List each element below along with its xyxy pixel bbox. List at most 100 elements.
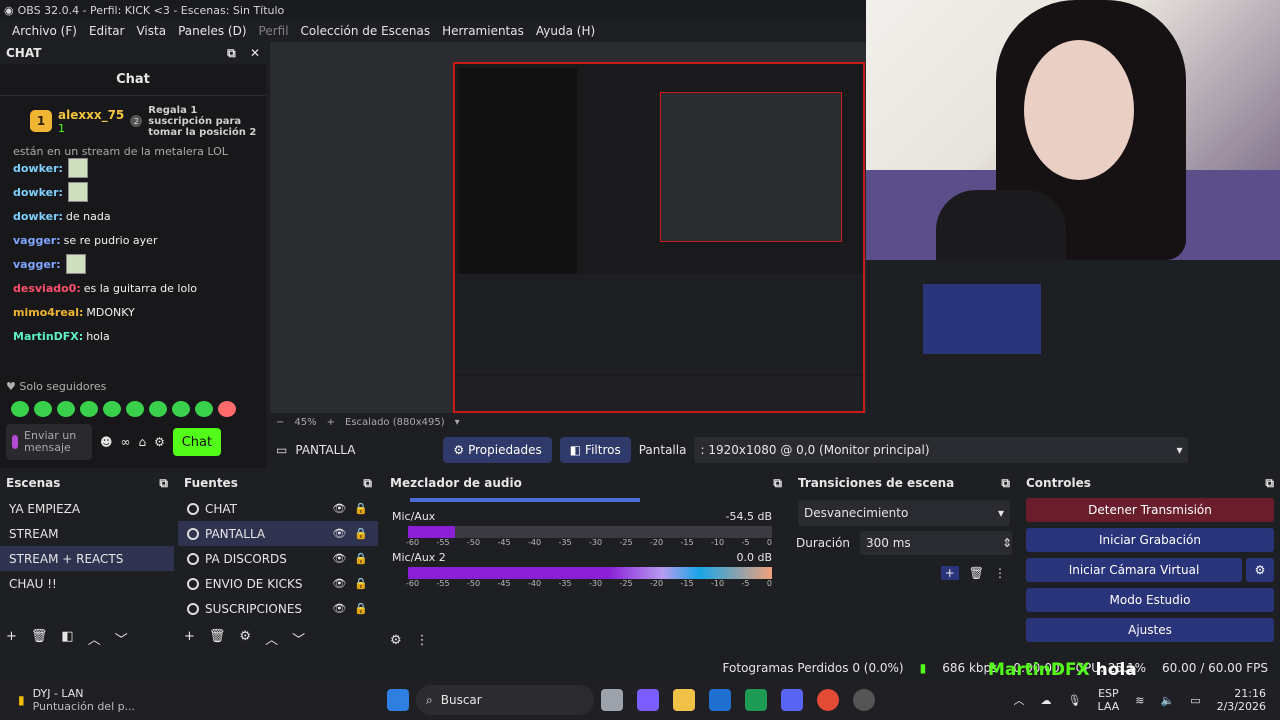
menu-herramientas[interactable]: Herramientas	[436, 24, 530, 38]
chat-username[interactable]: desviado0:	[13, 282, 81, 295]
filters-button[interactable]: ◧ Filtros	[559, 437, 631, 463]
mic-icon[interactable]: 🎙	[1068, 694, 1082, 707]
filter-icon[interactable]: ◧	[61, 629, 73, 648]
clock[interactable]: 21:16 2/3/2026	[1217, 687, 1266, 713]
file-explorer-icon[interactable]	[673, 689, 695, 711]
start-virtual-camera-button[interactable]: Iniciar Cámara Virtual	[1026, 558, 1242, 582]
menu-coleccion-escenas[interactable]: Colección de Escenas	[295, 24, 437, 38]
lock-icon[interactable]: 🔒	[354, 602, 368, 615]
menu-vista[interactable]: Vista	[130, 24, 172, 38]
copilot-icon[interactable]	[637, 689, 659, 711]
up-icon[interactable]: ︿	[88, 629, 101, 648]
visibility-icon[interactable]: 👁	[332, 552, 346, 565]
close-icon[interactable]: ✕	[250, 46, 260, 60]
lock-icon[interactable]: 🔒	[354, 527, 368, 540]
chevron-down-icon[interactable]: ▾	[455, 417, 460, 428]
studio-mode-button[interactable]: Modo Estudio	[1026, 588, 1274, 612]
menu-ayuda[interactable]: Ayuda (H)	[530, 24, 601, 38]
emoji-icon[interactable]: ☻	[100, 435, 113, 449]
lock-icon[interactable]: 🔒	[354, 577, 368, 590]
wifi-icon[interactable]: ≋	[1135, 694, 1144, 707]
chrome-icon[interactable]	[817, 689, 839, 711]
trash-icon[interactable]: 🗑	[209, 629, 226, 648]
menu-paneles[interactable]: Paneles (D)	[172, 24, 252, 38]
emote-icon[interactable]	[34, 401, 52, 417]
trash-icon[interactable]: 🗑	[969, 566, 984, 580]
chat-username[interactable]: mimo4real:	[13, 306, 83, 319]
zoom-out-button[interactable]: −	[276, 417, 284, 428]
start-recording-button[interactable]: Iniciar Grabación	[1026, 528, 1274, 552]
store-icon[interactable]: ⌂	[139, 435, 147, 449]
menu-archivo[interactable]: Archivo (F)	[6, 24, 83, 38]
gear-icon[interactable]: ⚙	[239, 629, 251, 648]
volume-slider[interactable]	[410, 498, 640, 502]
preview-area[interactable]	[270, 42, 1041, 413]
preview-canvas[interactable]	[453, 62, 1041, 413]
visibility-icon[interactable]: 👁	[332, 602, 346, 615]
emote-icon[interactable]	[195, 401, 213, 417]
float-icon[interactable]: ⧉	[363, 476, 372, 491]
send-chat-button[interactable]: Chat	[172, 428, 221, 456]
chat-username[interactable]: dowker:	[13, 186, 63, 199]
emote-icon[interactable]	[149, 401, 167, 417]
float-icon[interactable]: ⧉	[227, 46, 236, 60]
add-transition-button[interactable]: +	[940, 566, 959, 580]
source-item[interactable]: SUSCRIPCIONES 👁 🔒	[178, 596, 378, 621]
duration-input[interactable]: 300 ms ⇕	[860, 531, 1012, 555]
emote-icon[interactable]	[103, 401, 121, 417]
float-icon[interactable]: ⧉	[773, 476, 782, 491]
scene-item[interactable]: STREAM	[0, 521, 174, 546]
more-icon[interactable]: ⋮	[416, 633, 429, 648]
emote-icon[interactable]	[126, 401, 144, 417]
add-icon[interactable]: +	[184, 629, 195, 648]
more-icon[interactable]: ⋮	[994, 566, 1006, 580]
volume-icon[interactable]: 🔈	[1160, 694, 1174, 707]
emote-icon[interactable]	[218, 401, 236, 417]
properties-button[interactable]: ⚙ Propiedades	[443, 437, 552, 463]
display-select[interactable]: : 1920x1080 @ 0,0 (Monitor principal) ▾	[694, 437, 1189, 463]
float-icon[interactable]: ⧉	[1265, 476, 1274, 491]
emote-icon[interactable]	[57, 401, 75, 417]
stepper-icon[interactable]: ⇕	[1002, 536, 1012, 550]
visibility-icon[interactable]: 👁	[332, 527, 346, 540]
chevron-up-icon[interactable]: ︿	[1014, 692, 1025, 708]
discord-icon[interactable]	[781, 689, 803, 711]
chat-username[interactable]: vagger:	[13, 258, 61, 271]
down-icon[interactable]: ﹀	[292, 629, 305, 648]
infinity-icon[interactable]: ∞	[121, 435, 131, 449]
language-indicator[interactable]: ESP LAA	[1098, 687, 1120, 713]
windows-start-icon[interactable]	[387, 689, 409, 711]
scene-item[interactable]: STREAM + REACTS	[0, 546, 174, 571]
visibility-icon[interactable]: 👁	[332, 577, 346, 590]
trash-icon[interactable]: 🗑	[31, 629, 48, 648]
visibility-icon[interactable]: 👁	[332, 502, 346, 515]
chat-username[interactable]: dowker:	[13, 162, 63, 175]
menu-perfil[interactable]: Perfil	[253, 24, 295, 38]
scaling-label[interactable]: Escalado (880x495)	[345, 417, 445, 428]
menu-editar[interactable]: Editar	[83, 24, 131, 38]
settings-icon[interactable]: ⚙	[154, 435, 165, 449]
scene-item[interactable]: YA EMPIEZA	[0, 496, 174, 521]
up-icon[interactable]: ︿	[265, 629, 278, 648]
float-icon[interactable]: ⧉	[1001, 476, 1010, 491]
chat-input[interactable]: Enviar un mensaje	[6, 424, 92, 460]
cloud-icon[interactable]: ☁	[1041, 694, 1052, 707]
settings-button[interactable]: Ajustes	[1026, 618, 1274, 642]
emote-icon[interactable]	[172, 401, 190, 417]
excel-icon[interactable]	[745, 689, 767, 711]
emote-icon[interactable]	[80, 401, 98, 417]
emote-icon[interactable]	[11, 401, 29, 417]
gear-icon[interactable]: ⚙	[390, 633, 402, 648]
source-item[interactable]: PANTALLA 👁 🔒	[178, 521, 378, 546]
source-item[interactable]: CHAT 👁 🔒	[178, 496, 378, 521]
obs-icon[interactable]	[853, 689, 875, 711]
chat-username[interactable]: dowker:	[13, 210, 63, 223]
gear-icon[interactable]: ⚙	[1246, 558, 1274, 582]
zoom-in-button[interactable]: +	[327, 417, 335, 428]
float-icon[interactable]: ⧉	[159, 476, 168, 491]
chat-username[interactable]: MartinDFX:	[13, 330, 83, 343]
lock-icon[interactable]: 🔒	[354, 502, 368, 515]
taskbar-widget[interactable]: ▮ DYJ - LAN Puntuación del p...	[0, 687, 380, 713]
battery-icon[interactable]: ▭	[1190, 694, 1200, 707]
task-view-icon[interactable]	[601, 689, 623, 711]
